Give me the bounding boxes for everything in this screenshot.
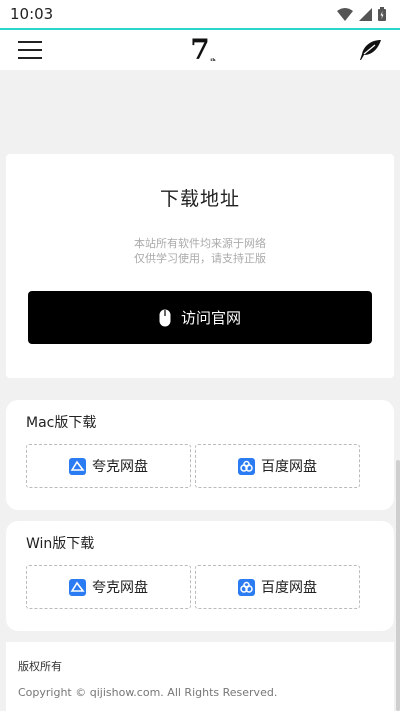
feather-icon[interactable] — [358, 39, 382, 61]
visit-button-label: 访问官网 — [180, 309, 241, 327]
visit-official-site-button[interactable]: 访问官网 — [28, 291, 372, 344]
mac-quark-button[interactable]: 夸克网盘 — [26, 444, 191, 488]
battery-icon — [378, 7, 386, 21]
signal-icon — [359, 7, 372, 21]
source-note-line2: 仅供学习使用，请支持正版 — [134, 252, 266, 265]
footer: 版权所有 Copyright © qijishow.com. All Right… — [6, 642, 394, 711]
win-baidu-label: 百度网盘 — [261, 580, 317, 596]
win-download-section: Win版下载 夸克网盘 百度网盘 — [6, 521, 394, 631]
source-note-line1: 本站所有软件均来源于网络 — [134, 237, 266, 250]
app-header: 7 ᵢₕ — [0, 28, 400, 70]
baidu-cloud-icon — [238, 457, 255, 475]
status-bar: 10:03 — [0, 0, 400, 28]
mac-section-title: Mac版下载 — [26, 415, 97, 431]
mouse-icon — [159, 309, 171, 326]
wifi-icon — [337, 7, 353, 21]
win-quark-label: 夸克网盘 — [92, 580, 148, 596]
win-quark-button[interactable]: 夸克网盘 — [26, 565, 191, 609]
mac-download-section: Mac版下载 夸克网盘 百度网盘 — [6, 400, 394, 510]
mac-quark-label: 夸克网盘 — [92, 459, 148, 475]
mac-download-buttons: 夸克网盘 百度网盘 — [26, 444, 360, 488]
status-icons — [337, 7, 386, 21]
site-logo[interactable]: 7 ᵢₕ — [190, 33, 215, 66]
mac-baidu-button[interactable]: 百度网盘 — [195, 444, 360, 488]
copyright-text: Copyright © qijishow.com. All Rights Res… — [18, 686, 278, 699]
win-baidu-button[interactable]: 百度网盘 — [195, 565, 360, 609]
win-section-title: Win版下载 — [26, 536, 95, 552]
scrollbar[interactable] — [396, 460, 400, 711]
status-time: 10:03 — [10, 5, 54, 23]
win-download-buttons: 夸克网盘 百度网盘 — [26, 565, 360, 609]
hamburger-icon[interactable] — [18, 41, 42, 59]
quark-cloud-icon — [69, 578, 86, 596]
source-note: 本站所有软件均来源于网络 仅供学习使用，请支持正版 — [6, 236, 394, 266]
logo-text: 7 — [190, 33, 210, 66]
mac-baidu-label: 百度网盘 — [261, 459, 317, 475]
download-card: 下载地址 本站所有软件均来源于网络 仅供学习使用，请支持正版 访问官网 — [6, 154, 394, 378]
footer-title: 版权所有 — [18, 660, 62, 673]
page-title: 下载地址 — [159, 188, 240, 210]
logo-small: ᵢₕ — [210, 54, 216, 63]
quark-cloud-icon — [69, 457, 86, 475]
baidu-cloud-icon — [238, 578, 255, 596]
